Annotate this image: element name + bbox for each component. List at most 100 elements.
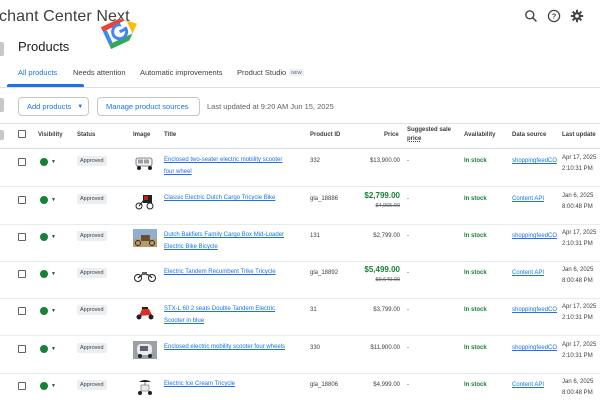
rail-tab[interactable] [0,98,4,112]
table-row[interactable]: ▼ Approved Enclosed two-seater electric … [0,149,600,187]
update-date: Jan 6, 2025 [562,193,594,199]
scooter-image[interactable] [133,154,157,172]
visibility-check-icon[interactable] [40,345,48,353]
table-row[interactable]: ▼ Approved Dutch Bakfiets Family Cargo B… [0,224,600,262]
row-checkbox[interactable] [18,270,26,278]
data-source-link[interactable]: Content API [512,270,544,276]
caret-down-icon[interactable]: ▼ [51,271,56,277]
suggested-sale-price: - [407,345,409,351]
cargo-bike-image[interactable] [133,229,157,247]
product-title-link[interactable]: Enclosed electric mobility scooter four … [164,341,299,353]
status-badge: Approved [77,343,107,353]
table-row[interactable]: ▼ Approved Electric Ice Cream Tricycle g… [0,373,600,400]
last-update: Apr 17, 2025 2:10:31 PM [562,228,596,250]
last-update: Apr 17, 2025 2:10:31 PM [562,340,596,362]
column-header-visibility[interactable]: Visibility [38,131,63,140]
last-updated-text: Last updated at 9:20 AM Jun 15, 2025 [207,102,334,111]
update-date: Jan 6, 2025 [562,267,594,273]
column-header-status[interactable]: Status [77,131,95,140]
select-all-checkbox[interactable] [18,130,26,138]
last-update: Jan 6, 2025 8:00:48 PM [562,191,593,213]
suggested-sale-price: - [407,196,409,202]
product-title-link[interactable]: Electric Ice Cream Tricycle [164,378,299,390]
data-source-link[interactable]: Content API [512,196,544,202]
table-row[interactable]: ▼ Approved Electric Tandem Recumbent Tri… [0,261,600,299]
column-header-availability[interactable]: Availability [464,131,495,140]
table-row[interactable]: ▼ Approved Classic Electric Dutch Cargo … [0,187,600,225]
availability: In stock [464,233,487,239]
product-title-link[interactable]: Classic Electric Dutch Cargo Tricycle Bi… [164,192,299,204]
caret-down-icon: ▼ [77,103,84,110]
column-header-last-update[interactable]: Last update [562,131,596,140]
button-label: Manage product sources [106,102,189,111]
caret-down-icon[interactable]: ▼ [51,383,56,389]
tricycle-image[interactable] [133,192,157,210]
status-badge: Approved [77,380,107,390]
column-header-price[interactable]: Price [384,131,399,140]
recumbent-trike-image[interactable] [133,266,157,284]
data-source-link[interactable]: shoppingfeedCO [512,307,557,313]
price: $4,999.00 [373,382,400,388]
caret-down-icon[interactable]: ▼ [51,159,56,165]
red-scooter-image[interactable] [133,303,157,321]
visibility-check-icon[interactable] [40,307,48,315]
mobility-scooter-image[interactable] [133,341,157,359]
visibility-check-icon[interactable] [40,233,48,241]
tab-automatic-improvements[interactable]: Automatic improvements [140,68,223,77]
add-products-button[interactable]: Add products ▼ [18,97,89,116]
ice-cream-tricycle-image[interactable] [133,378,157,396]
rail-tab[interactable] [0,42,4,56]
tab-needs-attention[interactable]: Needs attention [73,68,126,77]
availability: In stock [464,382,487,388]
availability: In stock [464,270,487,276]
column-header-data-source[interactable]: Data source [512,131,546,140]
title-line: Dutch Bakfiets Family Cargo Box Mid-Load… [164,232,285,238]
tab-all-products[interactable]: All products [18,68,57,77]
caret-down-icon[interactable]: ▼ [51,197,56,203]
data-source-link[interactable]: shoppingfeedCO [512,233,557,239]
data-source-link[interactable]: shoppingfeedCO [512,158,557,164]
last-update: Apr 17, 2025 2:10:31 PM [562,153,596,175]
table-row[interactable]: ▼ Approved Enclosed electric mobility sc… [0,336,600,374]
update-time: 8:00:48 PM [562,278,593,284]
rail-tab[interactable] [0,130,4,140]
row-checkbox[interactable] [18,158,26,166]
visibility-check-icon[interactable] [40,196,48,204]
column-header-title[interactable]: Title [164,131,176,140]
data-source-link[interactable]: Content API [512,382,544,388]
row-checkbox[interactable] [18,382,26,390]
status-badge: Approved [77,231,107,241]
original-price: $9,649.00 [375,277,400,283]
gear-icon[interactable] [570,9,584,23]
manage-product-sources-button[interactable]: Manage product sources [97,97,200,116]
visibility-check-icon[interactable] [40,270,48,278]
row-checkbox[interactable] [18,307,26,315]
update-time: 8:00:48 PM [562,204,593,210]
product-title-link[interactable]: STX-L 60 2 seats Double Tandem Electric … [164,303,299,327]
price: $11,900.00 [370,345,400,351]
product-title-link[interactable]: Electric Tandem Recumbent Trike Tricycle [164,266,299,278]
availability: In stock [464,196,487,202]
data-source-link[interactable]: shoppingfeedCO [512,345,557,351]
product-id: gla_18892 [310,270,339,276]
price: $13,900.00 [369,158,400,164]
update-date: Apr 17, 2025 [562,155,597,161]
product-title-link[interactable]: Enclosed two-seater electric mobility sc… [164,154,299,178]
visibility-check-icon[interactable] [40,158,48,166]
caret-down-icon[interactable]: ▼ [51,346,56,352]
column-header-image: Image [133,132,151,138]
caret-down-icon[interactable]: ▼ [51,234,56,240]
suggested-sale-price: - [407,158,409,164]
column-header-suggested-sale-price[interactable]: Suggested sale price [407,126,451,144]
product-title-link[interactable]: Dutch Bakfiets Family Cargo Box Mid-Load… [164,229,299,253]
search-icon[interactable] [524,9,538,23]
table-row[interactable]: ▼ Approved STX-L 60 2 seats Double Tande… [0,298,600,336]
caret-down-icon[interactable]: ▼ [51,308,56,314]
row-checkbox[interactable] [18,345,26,353]
visibility-check-icon[interactable] [40,382,48,390]
tab-product-studio[interactable]: Product Studio NEW [237,68,304,77]
help-icon[interactable]: ? [547,9,561,23]
row-checkbox[interactable] [18,233,26,241]
row-checkbox[interactable] [18,196,26,204]
column-header-product-id[interactable]: Product ID [310,131,340,140]
